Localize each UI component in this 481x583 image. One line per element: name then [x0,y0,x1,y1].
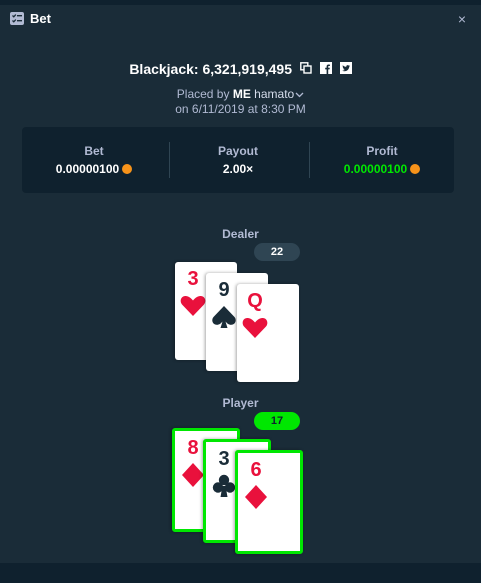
twitter-icon[interactable] [339,62,352,75]
vip-badge: ME [232,87,251,101]
username-link[interactable]: hamato [254,87,294,101]
bet-date: on 6/11/2019 at 8:30 PM [175,102,306,116]
placed-by-label: Placed by [176,87,230,101]
modal-header: Bet × [0,5,481,33]
dealer-card: Q [237,284,299,382]
bet-list-icon [10,12,24,25]
dealer-score-badge: 22 [254,243,300,261]
facebook-icon[interactable] [319,62,332,75]
stat-bet-value: 0.00000100 [55,162,120,176]
card-rank: 6 [250,459,262,481]
dealer-label: Dealer [222,227,259,241]
modal-footer [0,563,481,583]
stat-profit-label: Profit [366,144,398,158]
stat-profit: Profit 0.00000100 [310,127,454,193]
spade-suit-icon [212,306,236,328]
diamond-suit-icon [245,485,267,509]
club-suit-icon [212,474,236,497]
card-rank: Q [247,290,263,312]
copy-icon[interactable] [300,62,312,74]
game-id-text: Blackjack: 6,321,919,495 [129,61,293,77]
stat-profit-value-row: 0.00000100 [310,162,454,176]
stat-payout-label: Payout [217,144,258,158]
stat-bet-label: Bet [84,144,104,158]
stat-profit-value: 0.00000100 [343,162,408,176]
stats-panel: Bet 0.00000100 Payout 2.00× Profit 0.000… [22,127,454,193]
player-label: Player [222,396,259,410]
close-icon[interactable]: × [458,10,466,28]
bet-modal: Bet × Blackjack: 6,321,919,495 Placed by… [0,5,481,583]
chevron-down-icon[interactable] [295,92,304,98]
bitcoin-icon [122,163,133,174]
stat-payout-value: 2.00× [222,162,254,176]
player-card: 6 [235,450,303,554]
bitcoin-icon [410,163,421,174]
stat-payout: Payout 2.00× [166,127,310,193]
heart-suit-icon [180,295,206,316]
stat-bet: Bet 0.00000100 [22,127,166,193]
heart-suit-icon [242,317,268,338]
placed-by: Placed by ME hamato [0,87,481,101]
stat-bet-value-row: 0.00000100 [22,162,166,176]
game-title: Blackjack: 6,321,919,495 [0,61,481,77]
player-score-badge: 17 [254,412,300,430]
modal-title: Bet [30,11,51,26]
